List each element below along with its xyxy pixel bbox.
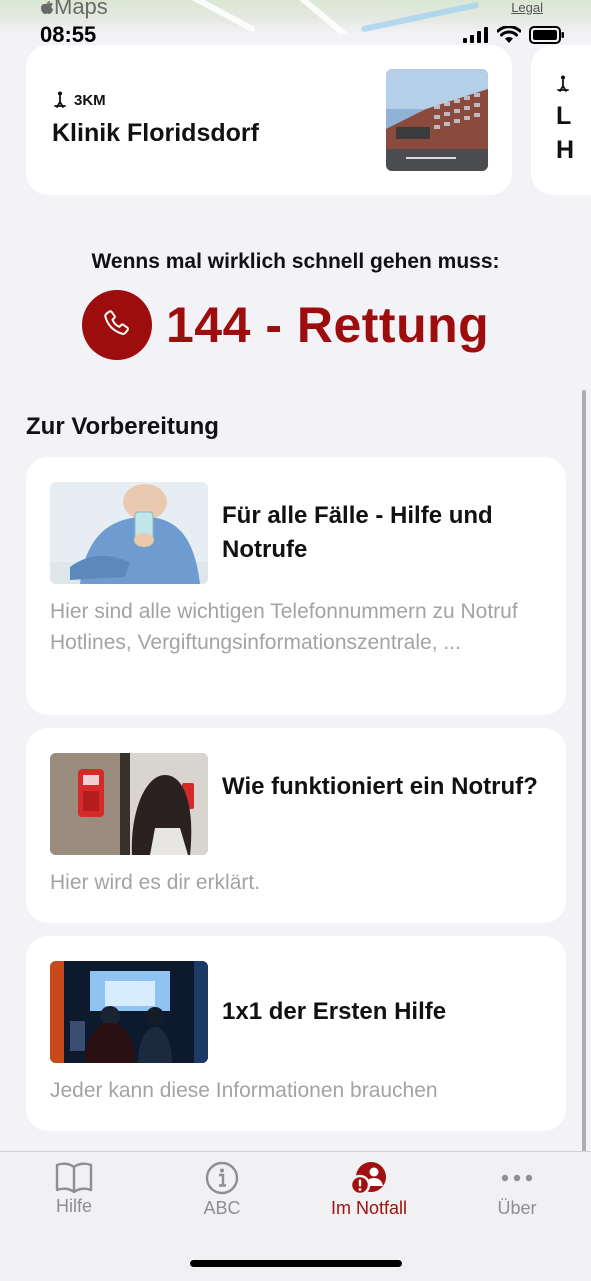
emergency-person-icon: [349, 1162, 386, 1196]
tab-hilfe[interactable]: Hilfe: [0, 1160, 148, 1217]
apple-icon: [41, 1, 53, 14]
card-description: Jeder kann diese Informationen brauchen: [50, 1079, 438, 1102]
more-icon: [501, 1174, 533, 1182]
scroll-indicator[interactable]: [582, 390, 586, 1152]
walking-person-icon: [54, 91, 66, 108]
card-image-emergency-phone: [50, 753, 208, 855]
info-card-notruf[interactable]: Wie funktioniert ein Notruf? Hier wird e…: [26, 728, 566, 923]
info-card-hilfe-notrufe[interactable]: Für alle Fälle - Hilfe und Notrufe Hier …: [26, 457, 566, 715]
tab-label: ABC: [203, 1198, 241, 1218]
next-hospital-name-preview: L H: [556, 102, 575, 164]
hospital-name: Klinik Floridsdorf: [52, 119, 259, 147]
card-title: Für alle Fälle - Hilfe und Notrufe: [222, 502, 493, 563]
card-image-phone: [50, 482, 208, 584]
wifi-icon: [497, 26, 521, 43]
tab-ueber[interactable]: Über: [443, 1160, 591, 1219]
signal-icon: [463, 27, 488, 43]
hospital-card[interactable]: 3KM Klinik Floridsdorf: [26, 45, 512, 195]
phone-icon-circle: [82, 290, 152, 360]
tab-label: Über: [497, 1198, 537, 1218]
hospital-distance: 3KM: [52, 91, 106, 109]
tab-im-notfall[interactable]: Im Notfall: [295, 1160, 443, 1219]
card-image-ambulance: [50, 961, 208, 1063]
book-icon: [55, 1162, 93, 1194]
battery-icon: [529, 26, 564, 44]
walking-person-icon: [557, 75, 569, 92]
card-title: Wie funktioniert ein Notruf?: [222, 773, 538, 800]
card-description: Hier sind alle wichtigen Telefonnummern …: [50, 600, 518, 654]
hospital-image: [386, 69, 488, 171]
tab-label: Hilfe: [55, 1196, 92, 1216]
emergency-prompt: Wenns mal wirklich schnell gehen muss:: [91, 250, 500, 273]
map-legal-link[interactable]: Legal: [511, 0, 543, 15]
tab-label: Im Notfall: [330, 1198, 408, 1218]
section-title: Zur Vorbereitung: [26, 413, 219, 440]
info-card-erste-hilfe[interactable]: 1x1 der Ersten Hilfe Jeder kann diese In…: [26, 936, 566, 1131]
emergency-number: 144 - Rettung: [166, 297, 490, 353]
home-indicator[interactable]: [190, 1260, 402, 1267]
tab-abc[interactable]: ABC: [148, 1160, 296, 1219]
hospital-card-next[interactable]: L H: [531, 45, 591, 195]
maps-logo: Maps: [40, 0, 108, 20]
phone-icon: [104, 310, 129, 335]
card-title: 1x1 der Ersten Hilfe: [222, 998, 447, 1025]
emergency-call-button[interactable]: 144 - Rettung: [82, 290, 489, 360]
info-icon: [205, 1161, 239, 1195]
card-description: Hier wird es dir erklärt.: [50, 871, 261, 894]
